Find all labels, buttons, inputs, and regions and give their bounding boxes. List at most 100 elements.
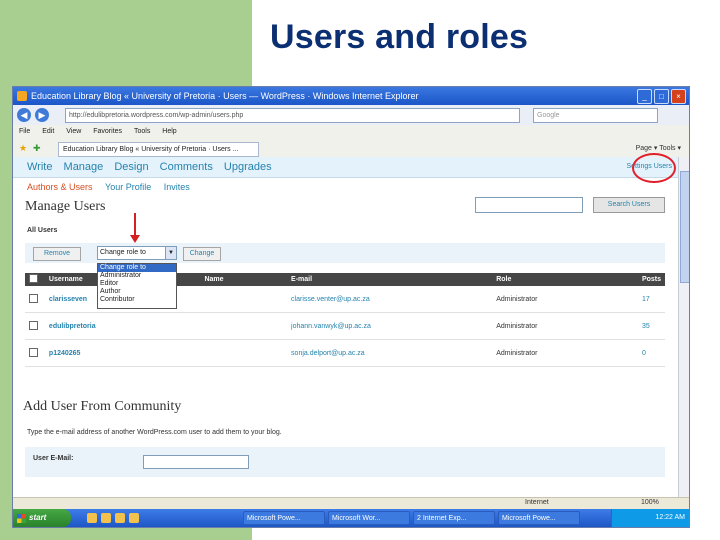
start-button[interactable]: start bbox=[13, 509, 71, 527]
browser-screenshot: Education Library Blog « University of P… bbox=[12, 86, 690, 528]
user-name bbox=[200, 339, 288, 367]
quick-launch bbox=[87, 513, 139, 523]
minimize-button[interactable]: _ bbox=[637, 89, 652, 104]
user-email[interactable]: johann.vanwyk@up.ac.za bbox=[287, 312, 493, 340]
menu-upgrades[interactable]: Upgrades bbox=[224, 161, 272, 173]
red-arrow-shaft bbox=[134, 213, 136, 237]
task-button[interactable]: Microsoft Powe... bbox=[243, 511, 325, 525]
window-titlebar: Education Library Blog « University of P… bbox=[13, 87, 689, 105]
row-checkbox[interactable] bbox=[29, 293, 38, 303]
menu-comments[interactable]: Comments bbox=[160, 161, 213, 173]
page-title: Manage Users bbox=[25, 199, 106, 214]
submenu-your-profile[interactable]: Your Profile bbox=[105, 182, 151, 192]
submenu-authors-users[interactable]: Authors & Users bbox=[27, 182, 93, 192]
menu-design[interactable]: Design bbox=[114, 161, 148, 173]
wp-submenu: Authors & Users Your Profile Invites bbox=[27, 182, 190, 192]
select-all-checkbox-cell[interactable] bbox=[25, 273, 45, 286]
menu-write[interactable]: Write bbox=[27, 161, 52, 173]
task-button[interactable]: Microsoft Powe... bbox=[498, 511, 580, 525]
menu-tools[interactable]: Tools bbox=[134, 128, 150, 135]
menu-file[interactable]: File bbox=[19, 128, 30, 135]
browser-tab[interactable]: Education Library Blog « University of P… bbox=[58, 142, 259, 157]
row-checkbox[interactable] bbox=[29, 320, 38, 330]
add-user-heading: Add User From Community bbox=[23, 399, 182, 414]
url-input[interactable]: http://edulibpretoria.wordpress.com/wp-a… bbox=[65, 108, 520, 123]
role-option[interactable]: Contributor bbox=[98, 296, 176, 304]
zoom-level[interactable]: 100% bbox=[641, 499, 659, 506]
bulk-action-row: Remove Change role to ▼ Change bbox=[25, 243, 665, 263]
remove-button[interactable]: Remove bbox=[33, 247, 81, 261]
role-option[interactable]: Author bbox=[98, 288, 176, 296]
row-checkbox-cell[interactable] bbox=[25, 312, 45, 340]
back-arrow-icon[interactable]: ◀ bbox=[17, 108, 31, 122]
task-button[interactable]: 2 Internet Exp... bbox=[413, 511, 495, 525]
user-name bbox=[200, 312, 288, 340]
select-all-checkbox[interactable] bbox=[29, 274, 38, 283]
user-posts[interactable]: 35 bbox=[637, 312, 665, 340]
search-users-button[interactable]: Search Users bbox=[593, 197, 665, 213]
role-option[interactable]: Change role to bbox=[98, 264, 176, 272]
username[interactable]: edulibpretoria bbox=[44, 312, 201, 340]
browser-search-input[interactable]: Google bbox=[533, 108, 658, 123]
wordpress-admin: Write Manage Design Comments Upgrades Se… bbox=[13, 153, 678, 497]
user-role: Administrator bbox=[492, 339, 638, 367]
ie-icon bbox=[17, 91, 27, 101]
row-checkbox-cell[interactable] bbox=[25, 339, 45, 367]
clock[interactable]: 12:22 AM bbox=[655, 514, 685, 521]
maximize-button[interactable]: □ bbox=[654, 89, 669, 104]
user-name bbox=[200, 286, 288, 313]
forward-arrow-icon[interactable]: ▶ bbox=[35, 108, 49, 122]
col-email: E-mail bbox=[287, 273, 493, 286]
col-role: Role bbox=[492, 273, 638, 286]
user-role: Administrator bbox=[492, 286, 638, 313]
table-row: edulibpretoria johann.vanwyk@up.ac.za Ad… bbox=[25, 312, 665, 340]
role-dropdown-list: Change role to Administrator Editor Auth… bbox=[97, 263, 177, 309]
user-posts[interactable]: 0 bbox=[637, 339, 665, 367]
submenu-invites[interactable]: Invites bbox=[164, 182, 190, 192]
role-option[interactable]: Editor bbox=[98, 280, 176, 288]
users-highlight-circle bbox=[632, 153, 676, 183]
favorites-star-icon[interactable]: ★ bbox=[19, 143, 27, 154]
menu-manage[interactable]: Manage bbox=[64, 161, 104, 173]
user-email-input[interactable] bbox=[143, 455, 249, 469]
scrollbar-thumb[interactable] bbox=[680, 171, 689, 283]
user-search-input[interactable] bbox=[475, 197, 583, 213]
menu-view[interactable]: View bbox=[66, 128, 81, 135]
username[interactable]: p1240265 bbox=[44, 339, 201, 367]
task-buttons: Microsoft Powe... Microsoft Wor... 2 Int… bbox=[243, 511, 580, 525]
user-email[interactable]: clarisse.venter@up.ac.za bbox=[287, 286, 493, 313]
system-tray: 12:22 AM bbox=[611, 509, 689, 527]
chevron-down-icon: ▼ bbox=[165, 247, 176, 259]
user-email[interactable]: sonja.delport@up.ac.za bbox=[287, 339, 493, 367]
red-arrow-icon bbox=[130, 235, 140, 243]
change-button[interactable]: Change bbox=[183, 247, 221, 261]
quick-launch-icon[interactable] bbox=[87, 513, 97, 523]
row-checkbox-cell[interactable] bbox=[25, 286, 45, 313]
windows-flag-icon bbox=[17, 514, 26, 523]
add-user-description: Type the e-mail address of another WordP… bbox=[27, 429, 282, 436]
menu-edit[interactable]: Edit bbox=[42, 128, 54, 135]
vertical-scrollbar[interactable] bbox=[678, 157, 689, 497]
browser-menubar: File Edit View Favorites Tools Help bbox=[13, 125, 689, 139]
quick-launch-icon[interactable] bbox=[129, 513, 139, 523]
all-users-link[interactable]: All Users bbox=[27, 227, 57, 234]
quick-launch-icon[interactable] bbox=[115, 513, 125, 523]
role-option[interactable]: Administrator bbox=[98, 272, 176, 280]
close-button[interactable]: × bbox=[671, 89, 686, 104]
task-button[interactable]: Microsoft Wor... bbox=[328, 511, 410, 525]
window-title: Education Library Blog « University of P… bbox=[31, 91, 419, 101]
menu-help[interactable]: Help bbox=[162, 128, 176, 135]
role-select[interactable]: Change role to ▼ bbox=[97, 246, 177, 260]
slide-title: Users and roles bbox=[270, 18, 529, 56]
row-checkbox[interactable] bbox=[29, 347, 38, 357]
user-email-label: User E-Mail: bbox=[33, 455, 74, 462]
window-controls: _ □ × bbox=[637, 89, 686, 104]
status-zone: Internet bbox=[525, 499, 549, 506]
quick-launch-icon[interactable] bbox=[101, 513, 111, 523]
col-posts: Posts bbox=[637, 273, 665, 286]
table-row: p1240265 sonja.delport@up.ac.za Administ… bbox=[25, 339, 665, 367]
user-posts[interactable]: 17 bbox=[637, 286, 665, 313]
menu-favorites[interactable]: Favorites bbox=[93, 128, 122, 135]
favorites-bar: ★ ✚ Education Library Blog « University … bbox=[13, 139, 689, 158]
add-favorite-icon[interactable]: ✚ bbox=[33, 143, 41, 154]
